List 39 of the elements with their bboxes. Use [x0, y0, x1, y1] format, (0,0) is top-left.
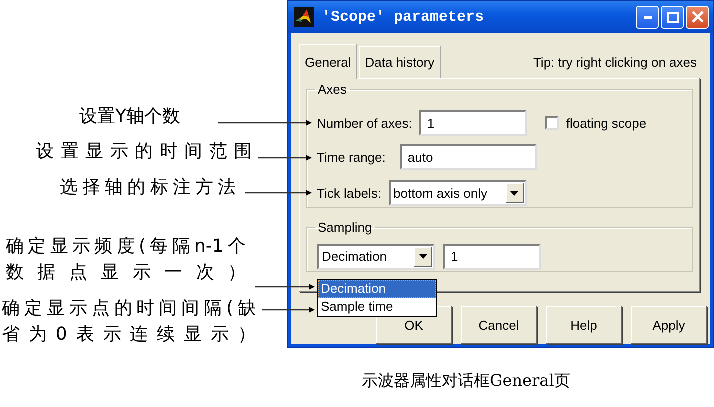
app-icon — [294, 7, 314, 27]
field-label: Time range: — [317, 150, 386, 164]
tip-text: Tip: try right clicking on axes — [533, 55, 697, 72]
group-title: Axes — [317, 82, 348, 97]
input-field[interactable]: auto — [400, 144, 537, 170]
annotation-text: 确定显示频度(每隔n-1个 数据点显示一次） — [6, 235, 246, 285]
checkbox-label: floating scope — [566, 116, 647, 130]
dropdown[interactable]: Decimation — [317, 244, 435, 270]
leader-line — [245, 190, 312, 196]
dropdown[interactable]: bottom axis only — [388, 180, 527, 206]
leader-line — [255, 284, 315, 290]
minimize-button[interactable] — [636, 6, 659, 28]
window-title: 'Scope' parameters — [322, 8, 486, 26]
close-button[interactable] — [686, 6, 709, 28]
close-icon — [692, 11, 704, 23]
checkbox[interactable] — [545, 116, 560, 130]
dialog-button[interactable]: Help — [546, 306, 622, 344]
maximize-icon — [666, 12, 678, 22]
field-label: Tick labels: — [317, 186, 382, 200]
maximize-button[interactable] — [661, 6, 684, 28]
field-label: Number of axes: — [317, 116, 412, 130]
group-title: Sampling — [317, 220, 374, 235]
leader-line — [258, 155, 312, 161]
dropdown-option[interactable]: Decimation — [318, 280, 436, 298]
caret-icon — [506, 183, 524, 203]
dialog-button[interactable]: Apply — [631, 306, 707, 344]
leader-line — [262, 307, 315, 313]
minimize-icon — [644, 16, 652, 18]
tab[interactable]: Data history — [359, 46, 441, 78]
figure-caption: 示波器属性对话框General页 — [362, 371, 572, 392]
input-field[interactable]: 1 — [419, 110, 528, 136]
dialog-button[interactable]: Cancel — [461, 306, 537, 344]
annotation-text: 确定显示点的时间间隔(缺 省为0表示连续显示） — [2, 297, 256, 347]
annotation-text: 设置显示的时间范围 — [36, 140, 252, 164]
input-field[interactable]: 1 — [443, 244, 541, 270]
tab[interactable]: General — [299, 44, 358, 79]
caret-icon — [414, 246, 432, 266]
annotation-text: 选择轴的标注方法 — [60, 176, 236, 200]
annotation-text: 设置Y轴个数 — [78, 105, 182, 129]
